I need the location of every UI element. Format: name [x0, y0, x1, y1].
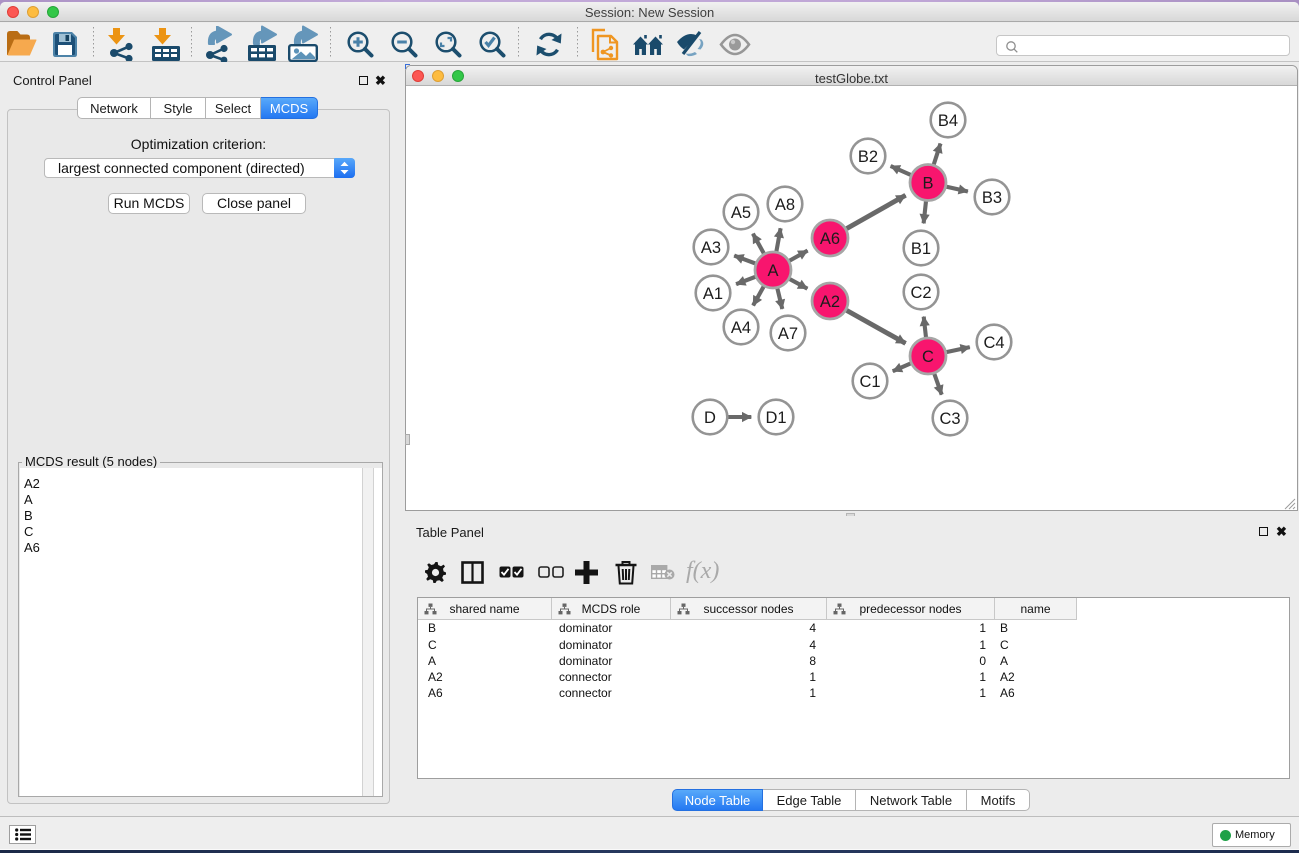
svg-text:B2: B2	[858, 148, 878, 166]
svg-text:C1: C1	[859, 373, 880, 391]
svg-text:A7: A7	[778, 325, 798, 343]
svg-text:A1: A1	[703, 285, 723, 303]
svg-text:B1: B1	[911, 240, 931, 258]
svg-text:B3: B3	[982, 189, 1002, 207]
svg-text:B: B	[922, 175, 933, 193]
svg-text:A: A	[767, 262, 778, 280]
svg-text:C: C	[922, 348, 934, 366]
svg-text:D: D	[704, 409, 716, 427]
svg-text:A2: A2	[820, 293, 840, 311]
svg-text:A5: A5	[731, 204, 751, 222]
svg-text:C4: C4	[983, 334, 1004, 352]
svg-text:C3: C3	[939, 410, 960, 428]
svg-text:A6: A6	[820, 230, 840, 248]
svg-text:C2: C2	[910, 284, 931, 302]
svg-text:B4: B4	[938, 112, 958, 130]
svg-text:A4: A4	[731, 319, 751, 337]
svg-text:D1: D1	[765, 409, 786, 427]
svg-text:A3: A3	[701, 239, 721, 257]
svg-text:A8: A8	[775, 196, 795, 214]
